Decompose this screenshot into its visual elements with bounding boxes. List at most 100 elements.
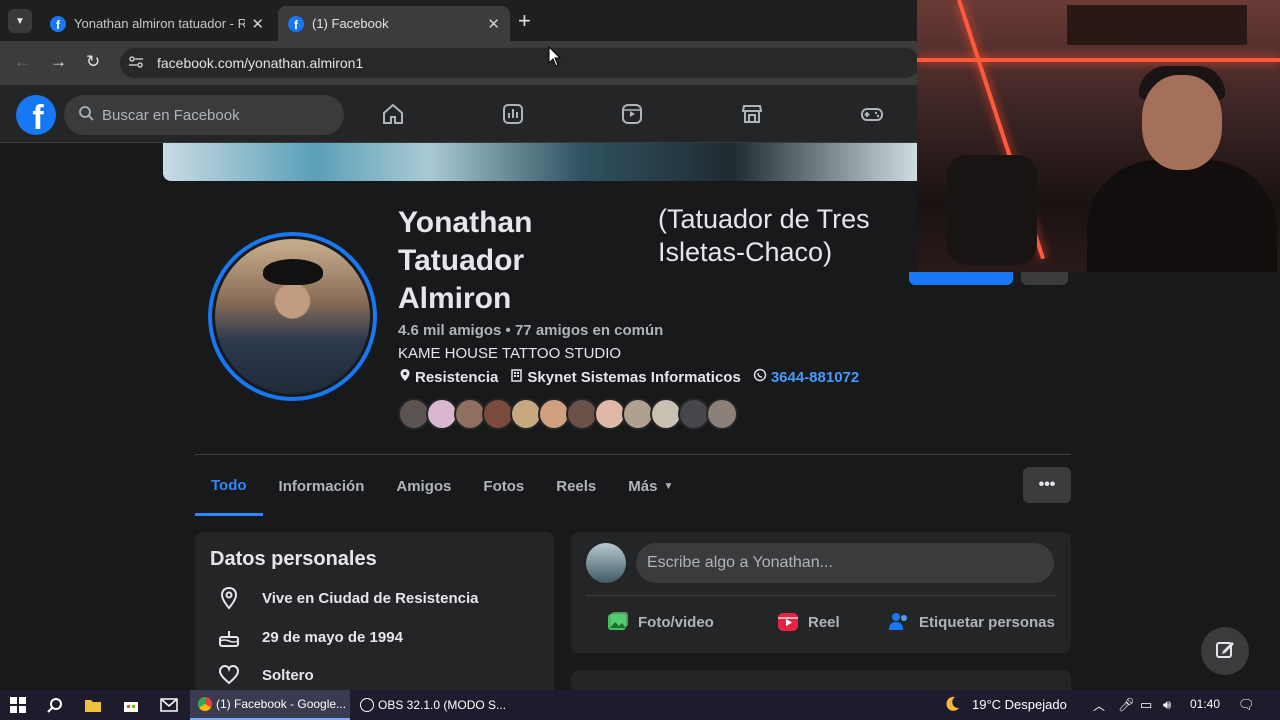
network-icon[interactable]: ▭ (1140, 697, 1152, 713)
tab-amigos[interactable]: Amigos (380, 458, 467, 514)
tag-people-icon (887, 610, 911, 634)
action-label: Foto/video (638, 613, 714, 631)
info-text: Vive en Ciudad de Resistencia (262, 589, 479, 607)
facebook-favicon-icon: f (50, 15, 66, 32)
profile-alternate-name: (Tatuador de Tres Isletas-Chaco) (658, 203, 908, 269)
taskbar-app-obs[interactable]: OBS 32.1.0 (MODO S... (352, 690, 507, 720)
chrome-icon (198, 697, 212, 711)
marketplace-icon[interactable] (737, 99, 767, 129)
tab-title: (1) Facebook (312, 16, 389, 31)
moon-weather-icon (942, 694, 962, 714)
facebook-logo-icon[interactable]: f (16, 95, 56, 135)
alt-name-line: (Tatuador de Tres (658, 204, 870, 234)
reload-icon[interactable]: ↻ (86, 52, 100, 72)
name-line: Tatuador (398, 244, 525, 277)
profile-photo-image (215, 239, 370, 394)
friend-avatar[interactable] (706, 398, 738, 430)
store-icon[interactable] (121, 695, 141, 715)
home-icon[interactable] (378, 99, 408, 129)
friends-count[interactable]: 4.6 mil amigos • 77 amigos en común (398, 322, 663, 339)
name-line: Yonathan (398, 206, 533, 239)
profile-meta: Resistencia Skynet Sistemas Informaticos… (398, 368, 871, 386)
taskbar-app-label: (1) Facebook - Google... (216, 697, 347, 711)
chevron-up-icon[interactable]: ︿ (1093, 697, 1105, 714)
windows-start-icon[interactable] (8, 695, 28, 715)
tab-informacion[interactable]: Información (263, 458, 381, 514)
facebook-search[interactable]: Buscar en Facebook (64, 95, 344, 135)
phone-item: 3644-881072 (753, 368, 859, 386)
profile-tabs: Todo Información Amigos Fotos Reels Más … (195, 458, 689, 516)
mail-icon[interactable] (159, 695, 179, 715)
action-label: Etiquetar personas (919, 613, 1055, 631)
gaming-icon[interactable] (857, 99, 887, 129)
photo-icon (606, 610, 630, 634)
volume-icon[interactable]: 🔊︎ (1163, 697, 1171, 713)
browser-tab-1[interactable]: f Yonathan almiron tatuador - Re ✕ (40, 6, 274, 41)
forward-icon[interactable]: → (50, 52, 67, 72)
browser-tab-2[interactable]: f (1) Facebook ✕ (278, 6, 510, 41)
windows-taskbar: (1) Facebook - Google... OBS 32.1.0 (MOD… (0, 690, 1280, 720)
action-label: Reel (808, 613, 840, 631)
location-pin-icon (217, 586, 241, 610)
more-options-button[interactable]: ••• (1023, 467, 1071, 503)
info-text: 29 de mayo de 1994 (262, 628, 403, 646)
building-icon (510, 368, 523, 386)
close-tab-icon[interactable]: ✕ (251, 15, 264, 33)
location-item: Resistencia (398, 368, 498, 386)
new-tab-button[interactable]: + (518, 8, 531, 34)
tab-mas-label: Más (628, 477, 658, 495)
whatsapp-icon (753, 368, 767, 386)
url-text: facebook.com/yonathan.almiron1 (157, 55, 364, 71)
user-avatar[interactable] (586, 543, 626, 583)
weather-text[interactable]: 19°C Despejado (972, 697, 1067, 712)
compose-icon (1214, 638, 1236, 665)
tag-people-button[interactable]: Etiquetar personas (887, 610, 1055, 634)
tab-fotos[interactable]: Fotos (467, 458, 540, 514)
location-pin-icon (398, 368, 412, 386)
facebook-favicon-icon: f (288, 15, 304, 32)
reel-icon (776, 610, 800, 634)
tab-mas[interactable]: Más ▼ (612, 458, 689, 514)
company-text[interactable]: Skynet Sistemas Informaticos (527, 369, 740, 386)
cover-photo[interactable] (163, 143, 923, 181)
site-info-icon[interactable] (128, 54, 146, 72)
personal-info-card: Datos personales Vive en Ciudad de Resis… (195, 532, 554, 702)
taskbar-app-chrome[interactable]: (1) Facebook - Google... (190, 690, 350, 720)
address-bar[interactable]: facebook.com/yonathan.almiron1 (120, 48, 920, 78)
message-button[interactable] (909, 272, 1013, 285)
reel-button[interactable]: Reel (776, 610, 840, 634)
phone-link[interactable]: 3644-881072 (771, 369, 859, 386)
file-explorer-icon[interactable] (83, 695, 103, 715)
profile-picture[interactable] (208, 232, 377, 401)
obs-icon (360, 698, 374, 712)
search-icon (78, 105, 94, 125)
tab-search-button[interactable]: ▼ (8, 9, 32, 33)
birthday-cake-icon (217, 626, 241, 648)
mutual-friends-facepile[interactable] (398, 398, 738, 430)
company-item: Skynet Sistemas Informaticos (510, 368, 741, 386)
reels-icon[interactable] (617, 99, 647, 129)
post-composer-card: Escribe algo a Yonathan... Foto/video Re… (571, 532, 1071, 653)
microphone-icon[interactable]: 🎤︎ (1118, 697, 1135, 713)
notifications-icon[interactable]: 🗨︎ (1238, 697, 1255, 713)
profile-divider (195, 454, 1071, 455)
stats-icon[interactable] (498, 99, 528, 129)
back-icon[interactable]: ← (14, 52, 31, 72)
info-text: Soltero (262, 666, 314, 684)
search-icon[interactable] (45, 695, 65, 715)
clock[interactable]: 01:40 (1190, 697, 1220, 711)
location-text[interactable]: Resistencia (415, 369, 498, 386)
tab-todo[interactable]: Todo (195, 458, 263, 516)
profile-name: Yonathan Tatuador Almiron (398, 204, 638, 318)
close-tab-icon[interactable]: ✕ (487, 15, 500, 33)
heart-icon (217, 664, 241, 686)
photo-video-button[interactable]: Foto/video (606, 610, 714, 634)
caret-down-icon: ▼ (663, 480, 674, 492)
info-row-relationship: Soltero (217, 664, 314, 686)
tab-reels[interactable]: Reels (540, 458, 612, 514)
secondary-profile-button[interactable] (1021, 272, 1068, 285)
work-info: KAME HOUSE TATTOO STUDIO (398, 345, 622, 362)
composer-input[interactable]: Escribe algo a Yonathan... (636, 543, 1054, 583)
new-message-button[interactable] (1201, 627, 1249, 675)
taskbar-app-label: OBS 32.1.0 (MODO S... (378, 698, 507, 712)
